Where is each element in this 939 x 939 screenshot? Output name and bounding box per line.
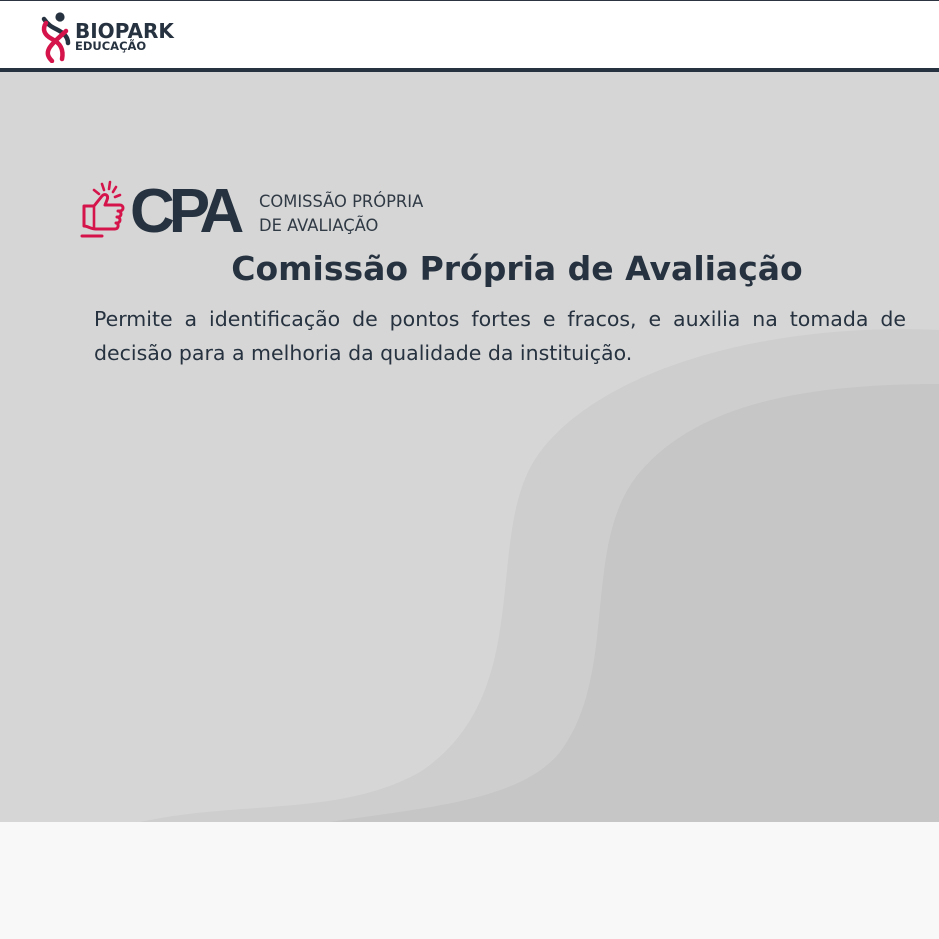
cpa-logo-line1: COMISSÃO PRÓPRIA (259, 192, 424, 212)
dna-figure-logo-icon (41, 12, 71, 63)
page-bottom-area (0, 822, 939, 939)
logo-subtitle: EDUCAÇÃO (75, 39, 147, 53)
page-title: Comissão Própria de Avaliação (231, 249, 803, 288)
cpa-logo: CPA COMISSÃO PRÓPRIA DE AVALIAÇÃO (80, 177, 440, 246)
site-header: BIOPARK EDUCAÇÃO (0, 0, 939, 68)
biopark-logo[interactable]: BIOPARK EDUCAÇÃO (38, 11, 188, 63)
cpa-logo-letters: CPA (130, 177, 244, 246)
page-description: Permite a identificação de pontos fortes… (94, 307, 906, 365)
hero-banner: CPA COMISSÃO PRÓPRIA DE AVALIAÇÃO Comiss… (0, 72, 939, 822)
cpa-logo-line2: DE AVALIAÇÃO (259, 216, 379, 236)
thumbs-up-idea-icon (80, 180, 125, 238)
